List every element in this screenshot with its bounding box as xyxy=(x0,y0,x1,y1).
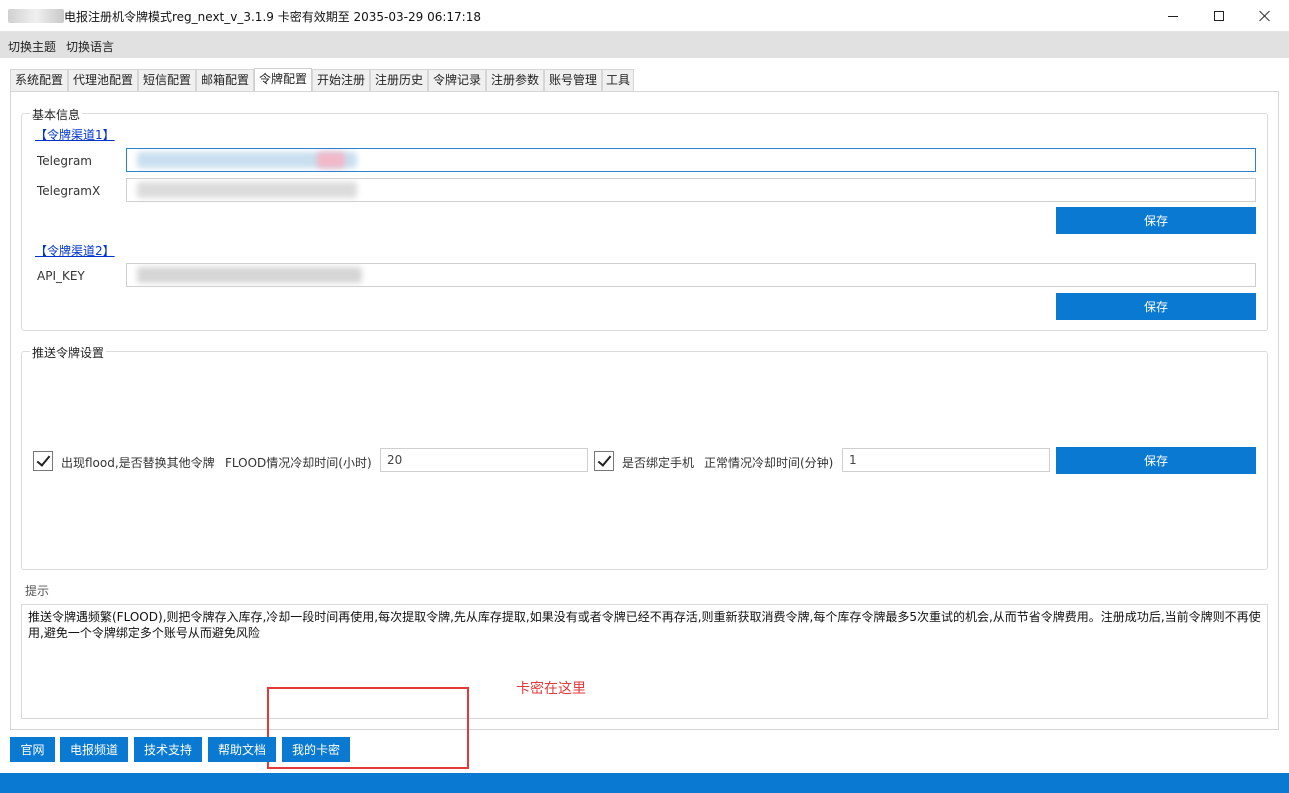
api-key-label: API_KEY xyxy=(37,269,85,283)
normal-cooldown-label: 正常情况冷却时间(分钟) xyxy=(704,456,834,470)
minimize-button[interactable] xyxy=(1150,0,1196,32)
menu-switch-language[interactable]: 切换语言 xyxy=(66,38,114,55)
menu-bar: 切换主题 切换语言 xyxy=(0,32,1289,58)
maximize-button[interactable] xyxy=(1196,0,1242,32)
window-title: 电报注册机令牌模式reg_next_v_3.1.9 卡密有效期至 2035-03… xyxy=(64,10,481,24)
push-settings-title: 推送令牌设置 xyxy=(30,344,107,361)
tab-register-params[interactable]: 注册参数 xyxy=(486,69,544,91)
tab-email-config[interactable]: 邮箱配置 xyxy=(196,69,254,91)
close-button[interactable] xyxy=(1242,0,1288,32)
telegram-input[interactable] xyxy=(126,148,1256,172)
token-channel1-link[interactable]: 【令牌渠道1】 xyxy=(35,126,115,143)
flood-replace-checkbox[interactable] xyxy=(33,451,53,471)
official-site-button[interactable]: 官网 xyxy=(10,737,55,762)
telegramx-input[interactable] xyxy=(126,178,1256,202)
title-bar: 电报注册机令牌模式reg_next_v_3.1.9 卡密有效期至 2035-03… xyxy=(0,0,1289,32)
tab-register-history[interactable]: 注册历史 xyxy=(370,69,428,91)
tab-token-records[interactable]: 令牌记录 xyxy=(428,69,486,91)
annotation-text: 卡密在这里 xyxy=(516,681,586,697)
menu-switch-theme[interactable]: 切换主题 xyxy=(8,38,56,55)
telegram-label: Telegram xyxy=(37,154,92,168)
save-channel1-button[interactable]: 保存 xyxy=(1056,207,1256,234)
help-docs-button[interactable]: 帮助文档 xyxy=(208,737,276,762)
tips-textbox[interactable]: 推送令牌遇频繁(FLOOD),则把令牌存入库存,冷却一段时间再使用,每次提取令牌… xyxy=(21,604,1268,719)
tab-start-register[interactable]: 开始注册 xyxy=(312,69,370,91)
maximize-icon xyxy=(1214,11,1224,21)
flood-replace-label: 出现flood,是否替换其他令牌 xyxy=(61,456,215,470)
tab-account-manage[interactable]: 账号管理 xyxy=(544,69,602,91)
token-channel2-link[interactable]: 【令牌渠道2】 xyxy=(35,242,115,259)
basic-info-title: 基本信息 xyxy=(30,106,83,123)
flood-cooldown-label: FLOOD情况冷却时间(小时) xyxy=(225,456,372,470)
tab-proxy-pool-config[interactable]: 代理池配置 xyxy=(68,69,138,91)
minimize-icon xyxy=(1168,15,1178,17)
save-push-settings-button[interactable]: 保存 xyxy=(1056,447,1256,474)
flood-cooldown-input[interactable]: 20 xyxy=(380,448,588,472)
redacted-value xyxy=(137,182,357,198)
telegramx-label: TelegramX xyxy=(37,184,101,198)
redacted-value xyxy=(137,267,362,283)
tab-tools[interactable]: 工具 xyxy=(602,69,634,91)
status-bar xyxy=(0,773,1289,793)
tab-sms-config[interactable]: 短信配置 xyxy=(138,69,196,91)
telegram-channel-button[interactable]: 电报频道 xyxy=(60,737,128,762)
tab-system-config[interactable]: 系统配置 xyxy=(10,69,68,91)
normal-cooldown-input[interactable]: 1 xyxy=(842,448,1050,472)
api-key-input[interactable] xyxy=(126,263,1256,287)
bind-phone-checkbox[interactable] xyxy=(594,451,614,471)
my-card-key-button[interactable]: 我的卡密 xyxy=(282,737,350,762)
redacted-value xyxy=(317,152,345,168)
tech-support-button[interactable]: 技术支持 xyxy=(134,737,202,762)
close-icon xyxy=(1259,10,1271,22)
tips-title: 提示 xyxy=(25,584,50,598)
save-channel2-button[interactable]: 保存 xyxy=(1056,293,1256,320)
tab-token-config[interactable]: 令牌配置 xyxy=(254,68,312,92)
bind-phone-label: 是否绑定手机 xyxy=(622,456,695,470)
app-icon xyxy=(8,9,64,23)
